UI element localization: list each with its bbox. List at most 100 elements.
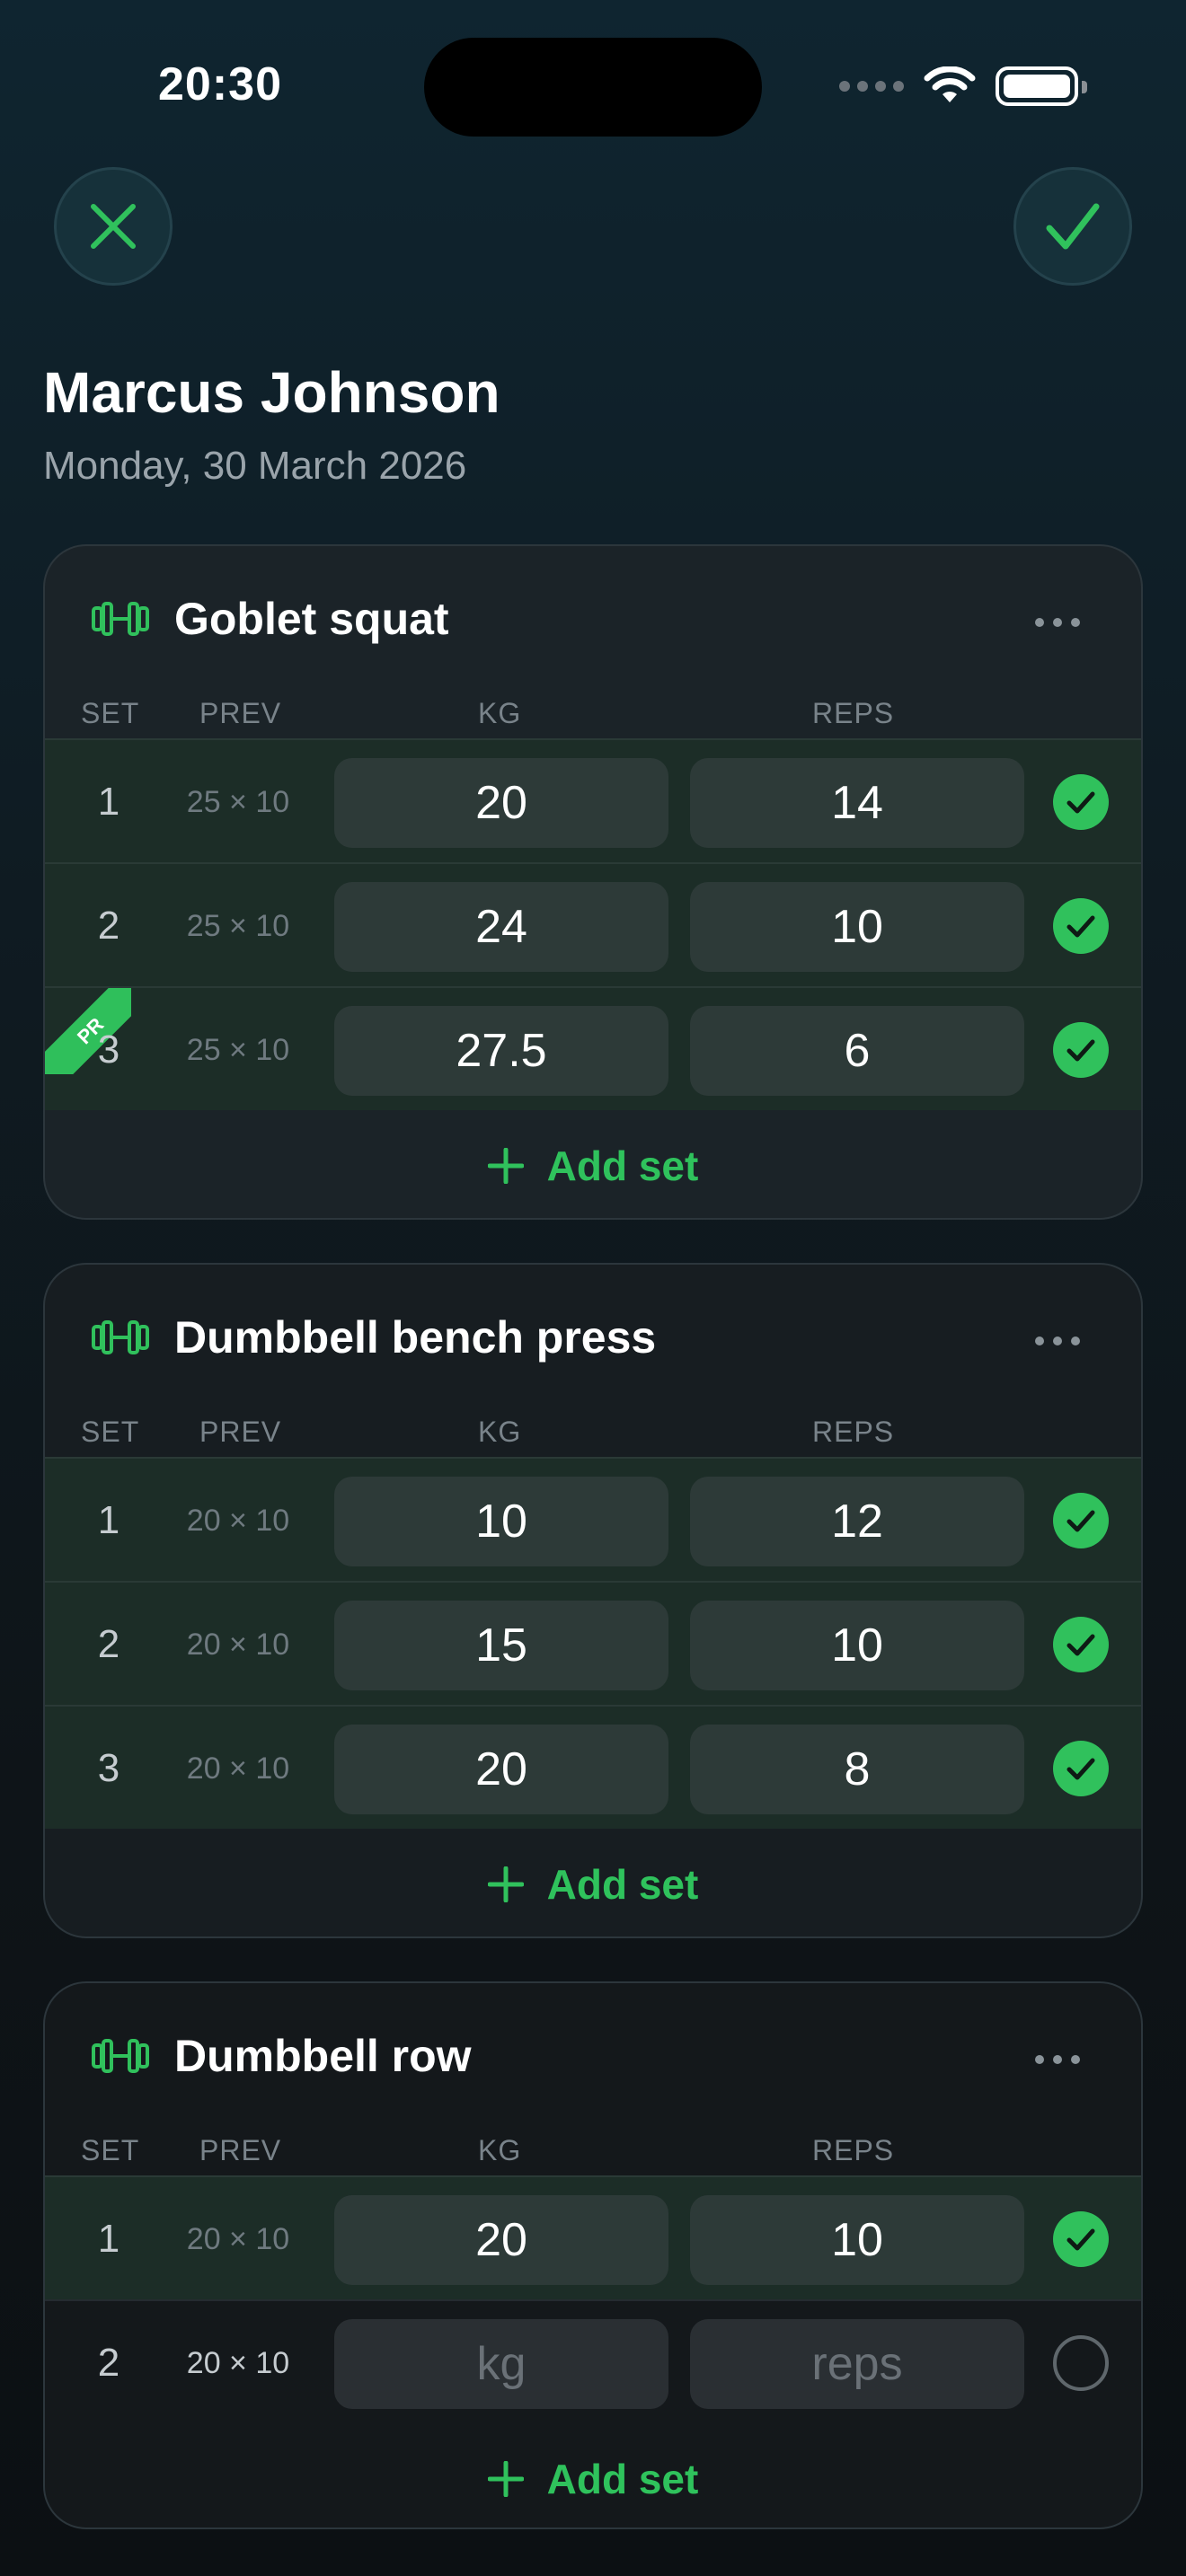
battery-icon xyxy=(996,66,1087,106)
previous-value[interactable]: 20 × 10 xyxy=(180,1707,296,1831)
reps-input[interactable]: 10 xyxy=(690,2195,1024,2285)
add-set-button[interactable]: Add set xyxy=(45,1829,1141,1936)
exercise-card: Dumbbell bench press SET PREV KG REPS 1 … xyxy=(43,1263,1143,1938)
dumbbell-icon xyxy=(92,2039,149,2073)
status-time: 20:30 xyxy=(158,58,282,110)
previous-value[interactable]: 20 × 10 xyxy=(180,2301,296,2425)
set-number: 2 xyxy=(97,1622,120,1666)
check-icon xyxy=(1067,1039,1095,1062)
col-reps: REPS xyxy=(812,1416,895,1448)
weight-input[interactable]: kg xyxy=(334,2319,668,2409)
weight-input[interactable]: 10 xyxy=(334,1477,668,1566)
weight-input[interactable]: 20 xyxy=(334,1725,668,1814)
dynamic-island xyxy=(424,38,762,137)
set-row: PR 3 25 × 10 27.5 6 xyxy=(45,986,1141,1110)
check-icon xyxy=(1067,1510,1095,1532)
set-number: 1 xyxy=(97,780,120,824)
reps-input[interactable]: 10 xyxy=(690,882,1024,972)
previous-value[interactable]: 20 × 10 xyxy=(180,1459,296,1583)
col-reps: REPS xyxy=(812,697,895,729)
reps-input[interactable]: 8 xyxy=(690,1725,1024,1814)
set-complete-toggle[interactable] xyxy=(1053,2211,1109,2267)
wifi-icon xyxy=(924,66,976,102)
exercise-header: Dumbbell row xyxy=(45,1983,1141,2129)
weight-input[interactable]: 20 xyxy=(334,2195,668,2285)
col-kg: KG xyxy=(478,1416,522,1448)
set-number: 3 xyxy=(97,1028,120,1072)
set-number: 2 xyxy=(97,904,120,948)
status-indicators xyxy=(839,66,1087,106)
weight-input[interactable]: 27.5 xyxy=(334,1006,668,1096)
check-icon xyxy=(1067,1634,1095,1656)
col-prev: PREV xyxy=(199,697,282,729)
col-set: SET xyxy=(81,697,140,729)
set-number: 3 xyxy=(97,1746,120,1790)
exercise-header: Goblet squat xyxy=(45,546,1141,692)
set-row: 2 25 × 10 24 10 xyxy=(45,862,1141,986)
plus-icon xyxy=(487,2461,524,2497)
add-set-label: Add set xyxy=(546,1142,699,1189)
finish-workout-button[interactable] xyxy=(1013,167,1132,286)
set-complete-toggle[interactable] xyxy=(1053,1617,1109,1672)
previous-value[interactable]: 25 × 10 xyxy=(180,864,296,988)
check-icon xyxy=(1067,2228,1095,2251)
set-complete-toggle[interactable] xyxy=(1053,1741,1109,1796)
add-set-button[interactable]: Add set xyxy=(45,1110,1141,1218)
set-row: 2 20 × 10 15 10 xyxy=(45,1581,1141,1705)
column-headers: SET PREV KG REPS xyxy=(45,1410,1141,1457)
previous-value[interactable]: 20 × 10 xyxy=(180,1583,296,1707)
set-complete-toggle[interactable] xyxy=(1053,1022,1109,1078)
set-row: 3 20 × 10 20 8 xyxy=(45,1705,1141,1829)
col-set: SET xyxy=(81,1416,140,1448)
dumbbell-icon xyxy=(92,1320,149,1354)
set-number: 1 xyxy=(97,2217,120,2261)
weight-input[interactable]: 24 xyxy=(334,882,668,972)
previous-value[interactable]: 25 × 10 xyxy=(180,988,296,1112)
weight-input[interactable]: 20 xyxy=(334,758,668,848)
set-row: 1 20 × 10 10 12 xyxy=(45,1457,1141,1581)
add-set-label: Add set xyxy=(546,2456,699,2502)
reps-input[interactable]: 14 xyxy=(690,758,1024,848)
close-button[interactable] xyxy=(54,167,173,286)
set-complete-toggle[interactable] xyxy=(1053,2335,1109,2391)
plus-icon xyxy=(487,1148,524,1184)
exercise-more-button[interactable] xyxy=(1035,1337,1080,1345)
col-reps: REPS xyxy=(812,2134,895,2166)
set-complete-toggle[interactable] xyxy=(1053,1493,1109,1548)
workout-date: Monday, 30 March 2026 xyxy=(43,444,467,488)
previous-value[interactable]: 25 × 10 xyxy=(180,740,296,864)
set-number: 1 xyxy=(97,1498,120,1542)
reps-input[interactable]: 10 xyxy=(690,1601,1024,1690)
plus-icon xyxy=(487,1866,524,1902)
exercise-more-button[interactable] xyxy=(1035,2055,1080,2064)
exercise-name: Goblet squat xyxy=(174,594,449,644)
col-prev: PREV xyxy=(199,2134,282,2166)
check-icon xyxy=(1067,915,1095,938)
exercise-more-button[interactable] xyxy=(1035,618,1080,627)
col-prev: PREV xyxy=(199,1416,282,1448)
col-kg: KG xyxy=(478,697,522,729)
exercise-card: Dumbbell row SET PREV KG REPS 1 20 × 10 … xyxy=(43,1981,1143,2529)
workout-log-screen: 20:30 Marcus Johnson Monday, 30 March 20… xyxy=(0,0,1186,2576)
set-row: 1 20 × 10 20 10 xyxy=(45,2175,1141,2299)
previous-value[interactable]: 20 × 10 xyxy=(180,2177,296,2301)
cellular-signal-icon xyxy=(839,81,904,92)
set-number: 2 xyxy=(97,2341,120,2385)
add-set-button[interactable]: Add set xyxy=(45,2423,1141,2527)
exercise-header: Dumbbell bench press xyxy=(45,1265,1141,1410)
check-icon xyxy=(1067,1758,1095,1780)
reps-input[interactable]: reps xyxy=(690,2319,1024,2409)
col-kg: KG xyxy=(478,2134,522,2166)
weight-input[interactable]: 15 xyxy=(334,1601,668,1690)
exercise-name: Dumbbell bench press xyxy=(174,1312,657,1363)
add-set-label: Add set xyxy=(546,1861,699,1908)
reps-input[interactable]: 6 xyxy=(690,1006,1024,1096)
reps-input[interactable]: 12 xyxy=(690,1477,1024,1566)
column-headers: SET PREV KG REPS xyxy=(45,692,1141,738)
column-headers: SET PREV KG REPS xyxy=(45,2129,1141,2175)
set-complete-toggle[interactable] xyxy=(1053,774,1109,830)
set-complete-toggle[interactable] xyxy=(1053,898,1109,954)
set-row: 1 25 × 10 20 14 xyxy=(45,738,1141,862)
set-row: 2 20 × 10 kg reps xyxy=(45,2299,1141,2423)
exercise-card: Goblet squat SET PREV KG REPS 1 25 × 10 … xyxy=(43,544,1143,1220)
